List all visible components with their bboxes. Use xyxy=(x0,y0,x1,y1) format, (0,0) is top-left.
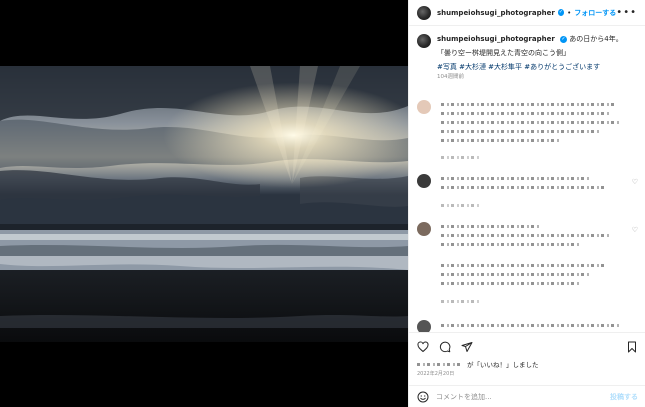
list-item xyxy=(417,100,638,160)
comment-icon[interactable] xyxy=(439,341,451,353)
blurred-liker xyxy=(417,362,463,366)
blurred-text xyxy=(441,243,581,246)
blurred-text xyxy=(441,264,606,267)
likes-text: が「いいね！」しました xyxy=(467,361,539,369)
more-options-icon[interactable]: ••• xyxy=(616,7,637,17)
blurred-text xyxy=(441,177,591,180)
list-item: ♡ xyxy=(417,222,638,303)
comments-list[interactable]: ♡ ♡ xyxy=(409,96,645,332)
blurred-text xyxy=(441,324,621,327)
post-photo xyxy=(0,66,408,342)
follow-button[interactable]: フォローする xyxy=(574,8,616,18)
blurred-text xyxy=(441,273,591,276)
comment-composer: 投稿する xyxy=(409,385,645,407)
avatar[interactable] xyxy=(417,320,431,332)
share-icon[interactable] xyxy=(461,341,473,353)
avatar[interactable] xyxy=(417,100,431,114)
list-item: ♡ xyxy=(417,174,638,214)
bookmark-icon[interactable] xyxy=(626,341,638,353)
verified-badge-icon: ✓ xyxy=(557,9,565,16)
comment-like-icon[interactable]: ♡ xyxy=(632,178,638,186)
blurred-meta xyxy=(441,300,481,303)
comment-like-icon[interactable]: ♡ xyxy=(632,226,638,234)
avatar[interactable] xyxy=(417,222,431,236)
blurred-text xyxy=(441,130,601,133)
post-sidebar: shumpeiohsugi_photographer ✓ • フォローする ••… xyxy=(408,0,645,407)
post-comment-button[interactable]: 投稿する xyxy=(610,392,638,402)
header-separator: • xyxy=(567,8,572,17)
avatar[interactable] xyxy=(417,174,431,188)
likes-summary[interactable]: が「いいね！」しました xyxy=(417,359,539,369)
post-actions: が「いいね！」しました 2022年2月20日 投稿する xyxy=(409,332,645,407)
comment-input[interactable] xyxy=(436,393,610,401)
avatar[interactable] xyxy=(417,5,431,20)
caption-username[interactable]: shumpeiohsugi_photographer xyxy=(437,35,555,43)
post-media[interactable] xyxy=(0,0,408,407)
blurred-meta xyxy=(441,156,481,159)
heart-icon[interactable] xyxy=(417,341,429,353)
blurred-text xyxy=(441,282,581,285)
blurred-text xyxy=(441,139,561,142)
caption-verified-badge-icon: ✓ xyxy=(560,35,568,43)
post-date: 2022年2月20日 xyxy=(417,371,455,377)
caption-line1: あの日から4年。 xyxy=(569,35,623,43)
caption-time: 104週間前 xyxy=(437,74,464,80)
blurred-text xyxy=(441,103,616,106)
list-item xyxy=(417,320,638,332)
blurred-meta xyxy=(441,204,481,207)
post-header: shumpeiohsugi_photographer ✓ • フォローする ••… xyxy=(409,0,645,26)
caption-line2: 「曇り空ー桝堤開見えた青空の向こう側」 xyxy=(437,49,570,57)
blurred-text xyxy=(441,121,619,124)
emoji-icon[interactable] xyxy=(417,391,429,403)
blurred-text xyxy=(441,234,611,237)
caption-body: shumpeiohsugi_photographer ✓ あの日から4年。 「曇… xyxy=(437,34,637,86)
caption-hashtags[interactable]: #写真 #大杉漣 #大杉隼平 #ありがとうございます xyxy=(437,62,637,72)
username-link[interactable]: shumpeiohsugi_photographer xyxy=(437,9,555,17)
blurred-text xyxy=(441,186,606,189)
blurred-text xyxy=(441,112,611,115)
caption: shumpeiohsugi_photographer ✓ あの日から4年。 「曇… xyxy=(409,26,645,86)
blurred-text xyxy=(441,225,541,228)
caption-avatar[interactable] xyxy=(417,34,431,48)
